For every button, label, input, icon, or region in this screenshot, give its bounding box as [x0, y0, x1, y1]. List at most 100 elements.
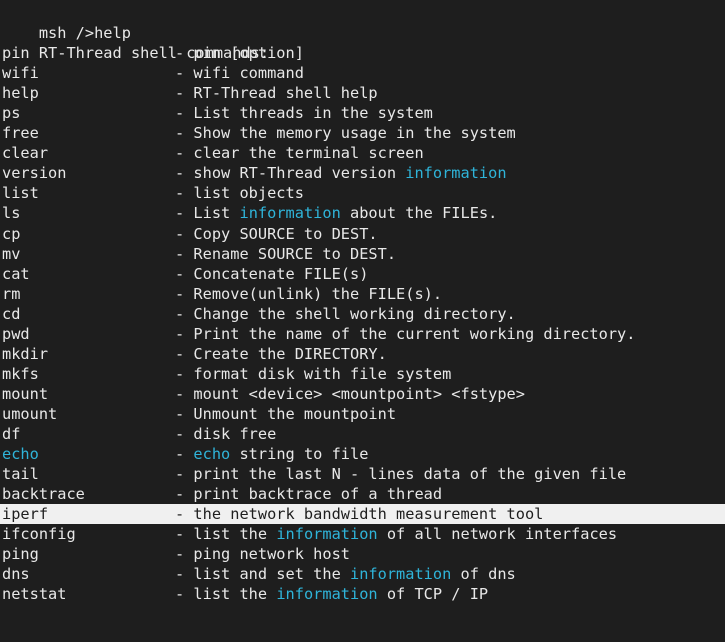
command-row[interactable]: tail - print the last N - lines data of t…	[2, 464, 725, 484]
command-row[interactable]: mv - Rename SOURCE to DEST.	[2, 244, 725, 264]
command-row[interactable]: dns - list and set the information of dns	[2, 564, 725, 584]
separator-dash: -	[175, 505, 194, 524]
command-row[interactable]: echo - echo string to file	[2, 444, 725, 464]
command-row[interactable]: clear - clear the terminal screen	[2, 143, 725, 163]
command-desc: List threads in the system	[193, 104, 433, 123]
separator-dash: -	[175, 264, 194, 283]
command-name: ping	[2, 545, 39, 564]
separator-dash: -	[175, 525, 194, 544]
separator-dash: -	[175, 324, 194, 343]
command-desc: Copy SOURCE to DEST.	[193, 224, 378, 243]
separator-dash: -	[175, 384, 194, 403]
command-desc: the network bandwidth measurement tool	[193, 505, 544, 524]
command-name: umount	[2, 404, 58, 423]
separator-dash: -	[175, 44, 194, 63]
separator-dash: -	[175, 585, 194, 604]
command-name: mkdir	[2, 344, 49, 363]
command-name: rm	[2, 284, 21, 303]
prompt-top-text: msh />help	[38, 24, 131, 43]
command-row[interactable]: ping - ping network host	[2, 544, 725, 564]
separator-dash: -	[175, 284, 194, 303]
command-name: cat	[2, 264, 30, 283]
command-desc: Create the DIRECTORY.	[193, 344, 387, 363]
command-name: pwd	[2, 324, 30, 343]
command-row[interactable]: version - show RT-Thread version informat…	[2, 163, 725, 183]
command-row[interactable]: cd - Change the shell working directory.	[2, 304, 725, 324]
command-row[interactable]: cp - Copy SOURCE to DEST.	[2, 224, 725, 244]
separator-dash: -	[175, 445, 194, 464]
command-desc: print backtrace of a thread	[193, 485, 443, 504]
command-list: pin - pin [option] wifi - wifi command help -…	[0, 43, 725, 604]
separator-dash: -	[175, 404, 194, 423]
command-desc-tail: about the FILEs.	[340, 204, 498, 223]
command-row[interactable]: ps - List threads in the system	[2, 103, 725, 123]
command-desc-keyword: information	[276, 585, 378, 604]
command-desc: list and set the	[193, 565, 350, 584]
command-row[interactable]: backtrace - print backtrace of a thread	[2, 484, 725, 504]
command-name: df	[2, 424, 21, 443]
separator-dash: -	[175, 164, 194, 183]
command-desc: Concatenate FILE(s)	[193, 264, 369, 283]
command-row[interactable]: cat - Concatenate FILE(s)	[2, 264, 725, 284]
command-row[interactable]: pin - pin [option]	[2, 43, 725, 63]
command-desc: list objects	[193, 184, 304, 203]
command-row[interactable]: mount - mount <device> <mountpoint> <fsty…	[2, 384, 725, 404]
command-desc: mount <device> <mountpoint> <fstype>	[193, 384, 525, 403]
command-row[interactable]: ls - List information about the FILEs.	[2, 203, 725, 223]
command-desc-keyword: information	[276, 525, 378, 544]
command-row[interactable]: pwd - Print the name of the current worki…	[2, 324, 725, 344]
command-row[interactable]: df - disk free	[2, 424, 725, 444]
command-name: pin	[2, 44, 30, 63]
command-name: backtrace	[2, 485, 85, 504]
separator-dash: -	[175, 224, 194, 243]
command-name: cd	[2, 304, 21, 323]
command-desc: Change the shell working directory.	[193, 304, 516, 323]
command-desc-keyword: information	[239, 204, 341, 223]
command-desc: clear the terminal screen	[193, 144, 424, 163]
command-desc: Print the name of the current working di…	[193, 324, 636, 343]
command-desc: print the last N - lines data of the giv…	[193, 465, 627, 484]
separator-dash: -	[175, 344, 194, 363]
separator-dash: -	[175, 184, 194, 203]
command-row[interactable]: help - RT-Thread shell help	[2, 83, 725, 103]
command-desc-keyword: echo	[193, 445, 231, 464]
command-desc: wifi command	[193, 64, 304, 83]
command-desc-tail: of TCP / IP	[377, 585, 489, 604]
separator-dash: -	[175, 64, 194, 83]
separator-dash: -	[175, 565, 194, 584]
command-row[interactable]: rm - Remove(unlink) the FILE(s).	[2, 284, 725, 304]
command-name: ifconfig	[2, 525, 76, 544]
command-row[interactable]: netstat - list the information of TCP / I…	[2, 584, 725, 604]
command-row[interactable]: ifconfig - list the information of all ne…	[2, 524, 725, 544]
command-row[interactable]: free - Show the memory usage in the syste…	[2, 123, 725, 143]
command-row[interactable]: mkfs - format disk with file system	[2, 364, 725, 384]
command-desc: show RT-Thread version	[193, 164, 406, 183]
separator-dash: -	[175, 124, 194, 143]
command-row[interactable]: umount - Unmount the mountpoint	[2, 404, 725, 424]
command-row[interactable]: list - list objects	[2, 183, 725, 203]
command-desc: pin [option]	[193, 44, 304, 63]
separator-dash: -	[175, 424, 194, 443]
command-desc-keyword: information	[349, 565, 452, 584]
prompt-line-bottom[interactable]: msh />	[2, 624, 725, 642]
command-row[interactable]: iperf - the network bandwidth measurement…	[0, 504, 725, 525]
command-desc: ping network host	[193, 545, 350, 564]
command-desc: format disk with file system	[193, 364, 452, 383]
command-desc: list the	[193, 525, 277, 544]
command-desc-keyword: information	[405, 164, 507, 183]
command-row[interactable]: wifi - wifi command	[2, 63, 725, 83]
command-row[interactable]: mkdir - Create the DIRECTORY.	[2, 344, 725, 364]
command-desc: List	[193, 204, 240, 223]
terminal-screen[interactable]: msh />help RT-Thread shell commands: pin…	[0, 0, 725, 642]
prompt-line-top: msh />help	[2, 3, 725, 42]
command-name: iperf	[2, 505, 49, 524]
command-name: list	[2, 184, 39, 203]
command-desc: Show the memory usage in the system	[193, 124, 516, 143]
command-desc: Unmount the mountpoint	[193, 404, 397, 423]
separator-dash: -	[175, 144, 194, 163]
separator-dash: -	[175, 545, 194, 564]
command-name: help	[2, 84, 39, 103]
command-desc-tail: of dns	[451, 565, 516, 584]
command-name: version	[2, 164, 67, 183]
